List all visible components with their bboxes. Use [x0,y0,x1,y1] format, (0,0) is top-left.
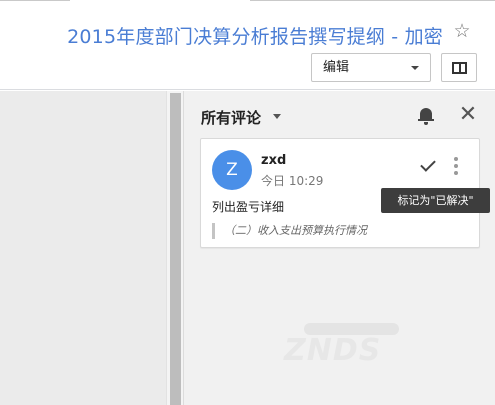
star-icon[interactable]: ☆ [451,20,473,42]
comments-filter-title[interactable]: 所有评论 [201,107,261,128]
watermark: ZNDS [284,321,434,368]
more-dot [454,171,458,175]
side-panel-toggle-button[interactable] [441,53,477,82]
scrollbar-thumb[interactable] [170,93,181,405]
comments-sidebar: 所有评论 ✕ Z zxd 今日 10:29 列出盈亏详细 （二）收入支出预算执行… [183,91,495,405]
top-strip-segment [250,0,495,1]
top-strip [0,0,495,6]
more-vertical-icon[interactable] [452,156,460,176]
notification-bell-icon[interactable] [417,106,435,126]
editing-mode-value: 编辑 [323,60,350,75]
vertical-scrollbar[interactable] [166,91,183,405]
checkmark-icon [420,156,436,172]
comment-timestamp: 今日 10:29 [261,174,324,188]
quoted-text: （二）收入支出预算执行情况 [212,223,462,239]
editing-mode-select[interactable]: 编辑 [311,53,431,82]
more-dot [454,164,458,168]
resolve-button[interactable] [419,156,441,175]
chevron-down-icon[interactable] [273,114,281,119]
document-title[interactable]: 2015年度部门决算分析报告撰写提纲 - 加密 [67,22,443,49]
resolve-tooltip: 标记为"已解决" [381,188,490,213]
doc-header: 2015年度部门决算分析报告撰写提纲 - 加密 ☆ 编辑 [0,0,495,90]
comment-author: zxd [261,153,287,168]
top-strip-segment [0,0,70,1]
bell-rim [418,119,434,121]
chevron-down-icon [411,66,419,70]
avatar: Z [212,150,252,190]
more-dot [454,157,458,161]
watermark-text: ZNDS [284,333,382,368]
document-window: 2015年度部门决算分析报告撰写提纲 - 加密 ☆ 编辑 所有评论 ✕ Z zx… [0,0,495,405]
close-icon[interactable]: ✕ [458,104,478,126]
comment-text: 列出盈亏详细 [212,200,285,214]
side-panel-icon [452,62,467,74]
document-canvas[interactable] [0,91,166,405]
bell-clapper [424,122,428,125]
